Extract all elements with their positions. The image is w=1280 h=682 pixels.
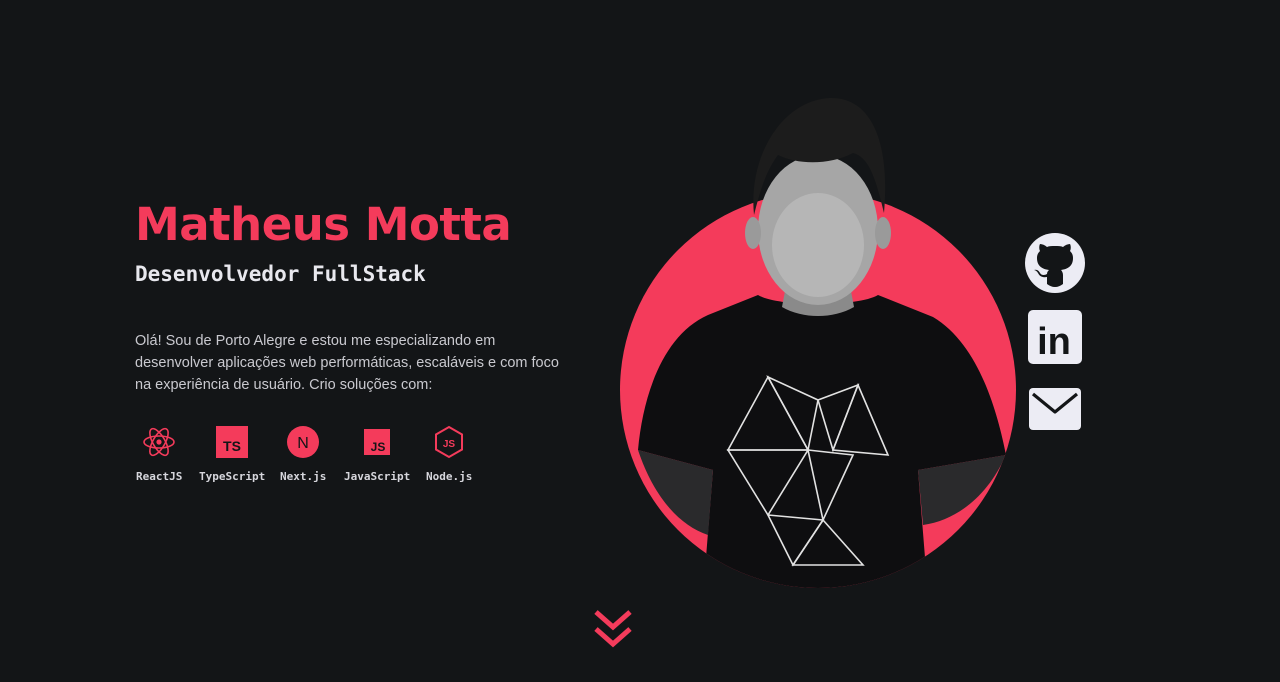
typescript-badge: TS: [223, 438, 241, 454]
tech-label: JavaScript: [344, 470, 411, 483]
nodejs-badge: JS: [443, 439, 456, 450]
typescript-icon: TS: [216, 426, 249, 458]
tech-label: Node.js: [426, 470, 473, 483]
nextjs-icon: N: [287, 426, 320, 458]
tech-nextjs: N Next.js: [280, 424, 326, 483]
hero-role: Desenvolvedor FullStack: [135, 262, 426, 286]
nextjs-badge: N: [297, 435, 309, 452]
tech-javascript: JS JavaScript: [344, 424, 410, 483]
github-link[interactable]: [1024, 232, 1086, 294]
email-link[interactable]: [1024, 379, 1086, 441]
javascript-icon: JS: [364, 429, 391, 455]
tech-label: Next.js: [280, 470, 327, 483]
react-icon: [143, 427, 175, 457]
tech-stack: ReactJS TS TypeScript N Next.js JS JavaS…: [0, 424, 520, 494]
tech-label: ReactJS: [136, 470, 183, 483]
mail-icon: [1029, 388, 1081, 430]
linkedin-icon: in: [1028, 310, 1082, 364]
hero-section: Matheus Motta Desenvolvedor FullStack Ol…: [0, 0, 1280, 682]
profile-photo: [618, 95, 1018, 595]
javascript-badge: JS: [371, 440, 386, 454]
linkedin-link[interactable]: in: [1024, 306, 1086, 368]
tech-label: TypeScript: [199, 470, 266, 483]
tech-typescript: TS TypeScript: [199, 424, 265, 483]
hero-name: Matheus Motta: [135, 198, 512, 251]
chevron-double-down-icon: [594, 610, 632, 648]
tech-react: ReactJS: [136, 424, 182, 483]
github-icon: [1025, 233, 1085, 293]
linkedin-glyph: in: [1037, 321, 1071, 363]
nodejs-icon: JS: [435, 425, 464, 459]
scroll-down-button[interactable]: [591, 607, 635, 653]
hero-bio: Olá! Sou de Porto Alegre e estou me espe…: [135, 333, 559, 393]
tech-nodejs: JS Node.js: [426, 424, 472, 483]
